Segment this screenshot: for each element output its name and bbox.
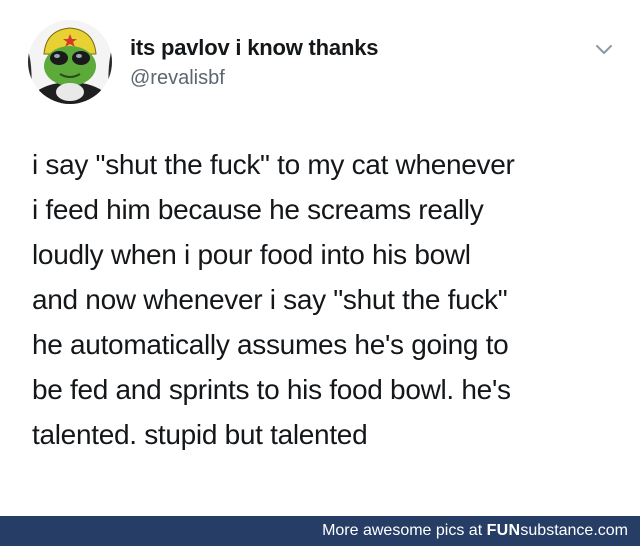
watermark-text[interactable]: More awesome pics at FUNsubstance.com [322,522,628,540]
tweet-card: its pavlov i know thanks @revalisbf i sa… [0,0,640,516]
tweet-text-line: loudly when i pour food into his bowl [32,239,471,270]
display-name[interactable]: its pavlov i know thanks [130,35,378,61]
frog-avatar-icon [28,20,112,104]
chevron-down-icon[interactable] [594,42,614,58]
watermark-brand-tld: .com [593,522,628,539]
avatar[interactable] [28,20,112,104]
tweet-text-line: be fed and sprints to his food bowl. he'… [32,374,511,405]
watermark-footer: More awesome pics at FUNsubstance.com [0,516,640,546]
tweet-text-line: i say "shut the fuck" to my cat whenever [32,149,515,180]
watermark-caption: More awesome pics at [322,522,487,539]
user-handle[interactable]: @revalisbf [130,67,225,90]
tweet-text-line: i feed him because he screams really [32,194,484,225]
watermark-brand-strong: FUN [486,522,521,539]
watermark-brand-rest: substance [520,522,594,539]
tweet-text-line: he automatically assumes he's going to [32,329,509,360]
tweet-text-line: talented. stupid but talented [32,419,368,450]
tweet-text: i say "shut the fuck" to my cat whenever… [32,142,622,457]
tweet-text-line: and now whenever i say "shut the fuck" [32,284,508,315]
